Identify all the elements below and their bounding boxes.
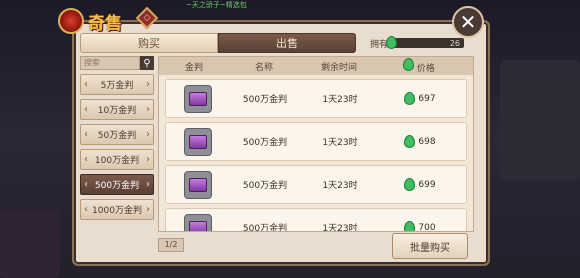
category-label: 1000万金判 xyxy=(92,206,142,216)
jade-currency-icon xyxy=(404,92,416,105)
emblem-icon xyxy=(58,8,84,34)
owned-currency: 拥有 26 xyxy=(370,36,465,50)
row-price: 697 xyxy=(418,93,436,104)
table-row[interactable]: 500万金判 1天23时 698 xyxy=(165,122,467,161)
header-name: 名称 xyxy=(254,62,273,73)
row-time: 1天23时 xyxy=(322,224,358,232)
row-price: 698 xyxy=(418,136,436,147)
category-label: 500万金判 xyxy=(94,181,140,191)
tab-buy[interactable]: 购买 xyxy=(80,33,218,53)
row-time: 1天23时 xyxy=(322,138,358,148)
category-item[interactable]: ‹ 5万金判 › xyxy=(80,74,154,95)
chevron-right-icon: › xyxy=(145,79,150,90)
table-row[interactable]: 500万金判 1天23时 699 xyxy=(165,165,467,204)
tab-bar: 购买 出售 xyxy=(80,33,356,53)
owned-bar: 26 xyxy=(386,36,465,49)
search-bar: 搜索 ⚲ xyxy=(80,56,154,70)
chevron-left-icon: ‹ xyxy=(84,129,88,140)
category-item[interactable]: ‹ 1000万金判 › xyxy=(80,199,154,220)
row-name: 500万金判 xyxy=(242,224,288,232)
row-name: 500万金判 xyxy=(242,181,288,191)
row-name: 500万金判 xyxy=(242,95,288,105)
background-decoration xyxy=(0,210,60,278)
gold-chest-icon xyxy=(184,213,212,231)
row-name: 500万金判 xyxy=(242,138,288,148)
jade-currency-icon xyxy=(404,178,416,191)
chevron-left-icon: ‹ xyxy=(84,154,88,165)
search-icon[interactable]: ⚲ xyxy=(140,56,154,70)
listing-table: 金判 名称 剩余时间 价格 500万金判 1天23时 697 500万金判 1天… xyxy=(158,56,474,232)
gem-glyph: ◇ xyxy=(143,13,151,23)
table-row[interactable]: 500万金判 1天23时 697 xyxy=(165,79,467,118)
category-item-selected[interactable]: ‹ 500万金判 › xyxy=(80,174,154,195)
table-header: 金判 名称 剩余时间 价格 xyxy=(159,57,473,75)
page-title: 奇售 xyxy=(88,13,122,34)
category-item[interactable]: ‹ 50万金判 › xyxy=(80,124,154,145)
category-label: 10万金判 xyxy=(97,106,137,116)
chevron-right-icon: › xyxy=(146,204,150,215)
category-item[interactable]: ‹ 100万金判 › xyxy=(80,149,154,170)
row-time: 1天23时 xyxy=(322,95,358,105)
table-row[interactable]: 500万金判 1天23时 700 xyxy=(165,208,467,232)
jade-currency-icon xyxy=(386,36,398,51)
chevron-left-icon: ‹ xyxy=(84,204,88,215)
gold-chest-icon xyxy=(184,127,212,156)
header-item: 金判 xyxy=(184,62,203,73)
chevron-left-icon: ‹ xyxy=(84,179,88,190)
top-note: ~天之骄子~精选包 xyxy=(186,1,247,9)
chevron-right-icon: › xyxy=(146,154,150,165)
chevron-left-icon: ‹ xyxy=(84,104,88,115)
header-time: 剩余时间 xyxy=(320,62,357,73)
category-label: 100万金判 xyxy=(94,156,140,166)
jade-currency-icon xyxy=(403,58,415,71)
category-item[interactable]: ‹ 10万金判 › xyxy=(80,99,154,120)
title-logo: 奇售 xyxy=(58,6,136,36)
gold-chest-icon xyxy=(184,170,212,199)
close-icon: ✕ xyxy=(459,10,477,34)
category-label: 50万金判 xyxy=(97,131,137,141)
background-decoration xyxy=(500,60,580,180)
row-time: 1天23时 xyxy=(322,181,358,191)
chevron-right-icon: › xyxy=(145,104,150,115)
close-button[interactable]: ✕ xyxy=(452,6,484,38)
search-input[interactable]: 搜索 xyxy=(80,56,140,70)
category-label: 5万金判 xyxy=(100,81,134,91)
chevron-right-icon: › xyxy=(146,179,150,190)
jade-currency-icon xyxy=(404,135,416,148)
bulk-buy-button[interactable]: 批量购买 xyxy=(392,233,468,259)
jade-currency-icon xyxy=(404,221,416,231)
tab-sell[interactable]: 出售 xyxy=(218,33,356,53)
header-price: 价格 xyxy=(379,58,459,74)
row-price: 699 xyxy=(418,179,436,190)
owned-value: 26 xyxy=(449,38,461,48)
header-price-label: 价格 xyxy=(416,64,435,74)
chevron-right-icon: › xyxy=(145,129,150,140)
page-indicator: 1/2 xyxy=(158,238,184,252)
row-price: 700 xyxy=(418,222,436,232)
gold-chest-icon xyxy=(184,84,212,113)
category-list: ‹ 5万金判 › ‹ 10万金判 › ‹ 50万金判 › ‹ 100万金判 › … xyxy=(80,74,154,224)
chevron-left-icon: ‹ xyxy=(84,79,88,90)
